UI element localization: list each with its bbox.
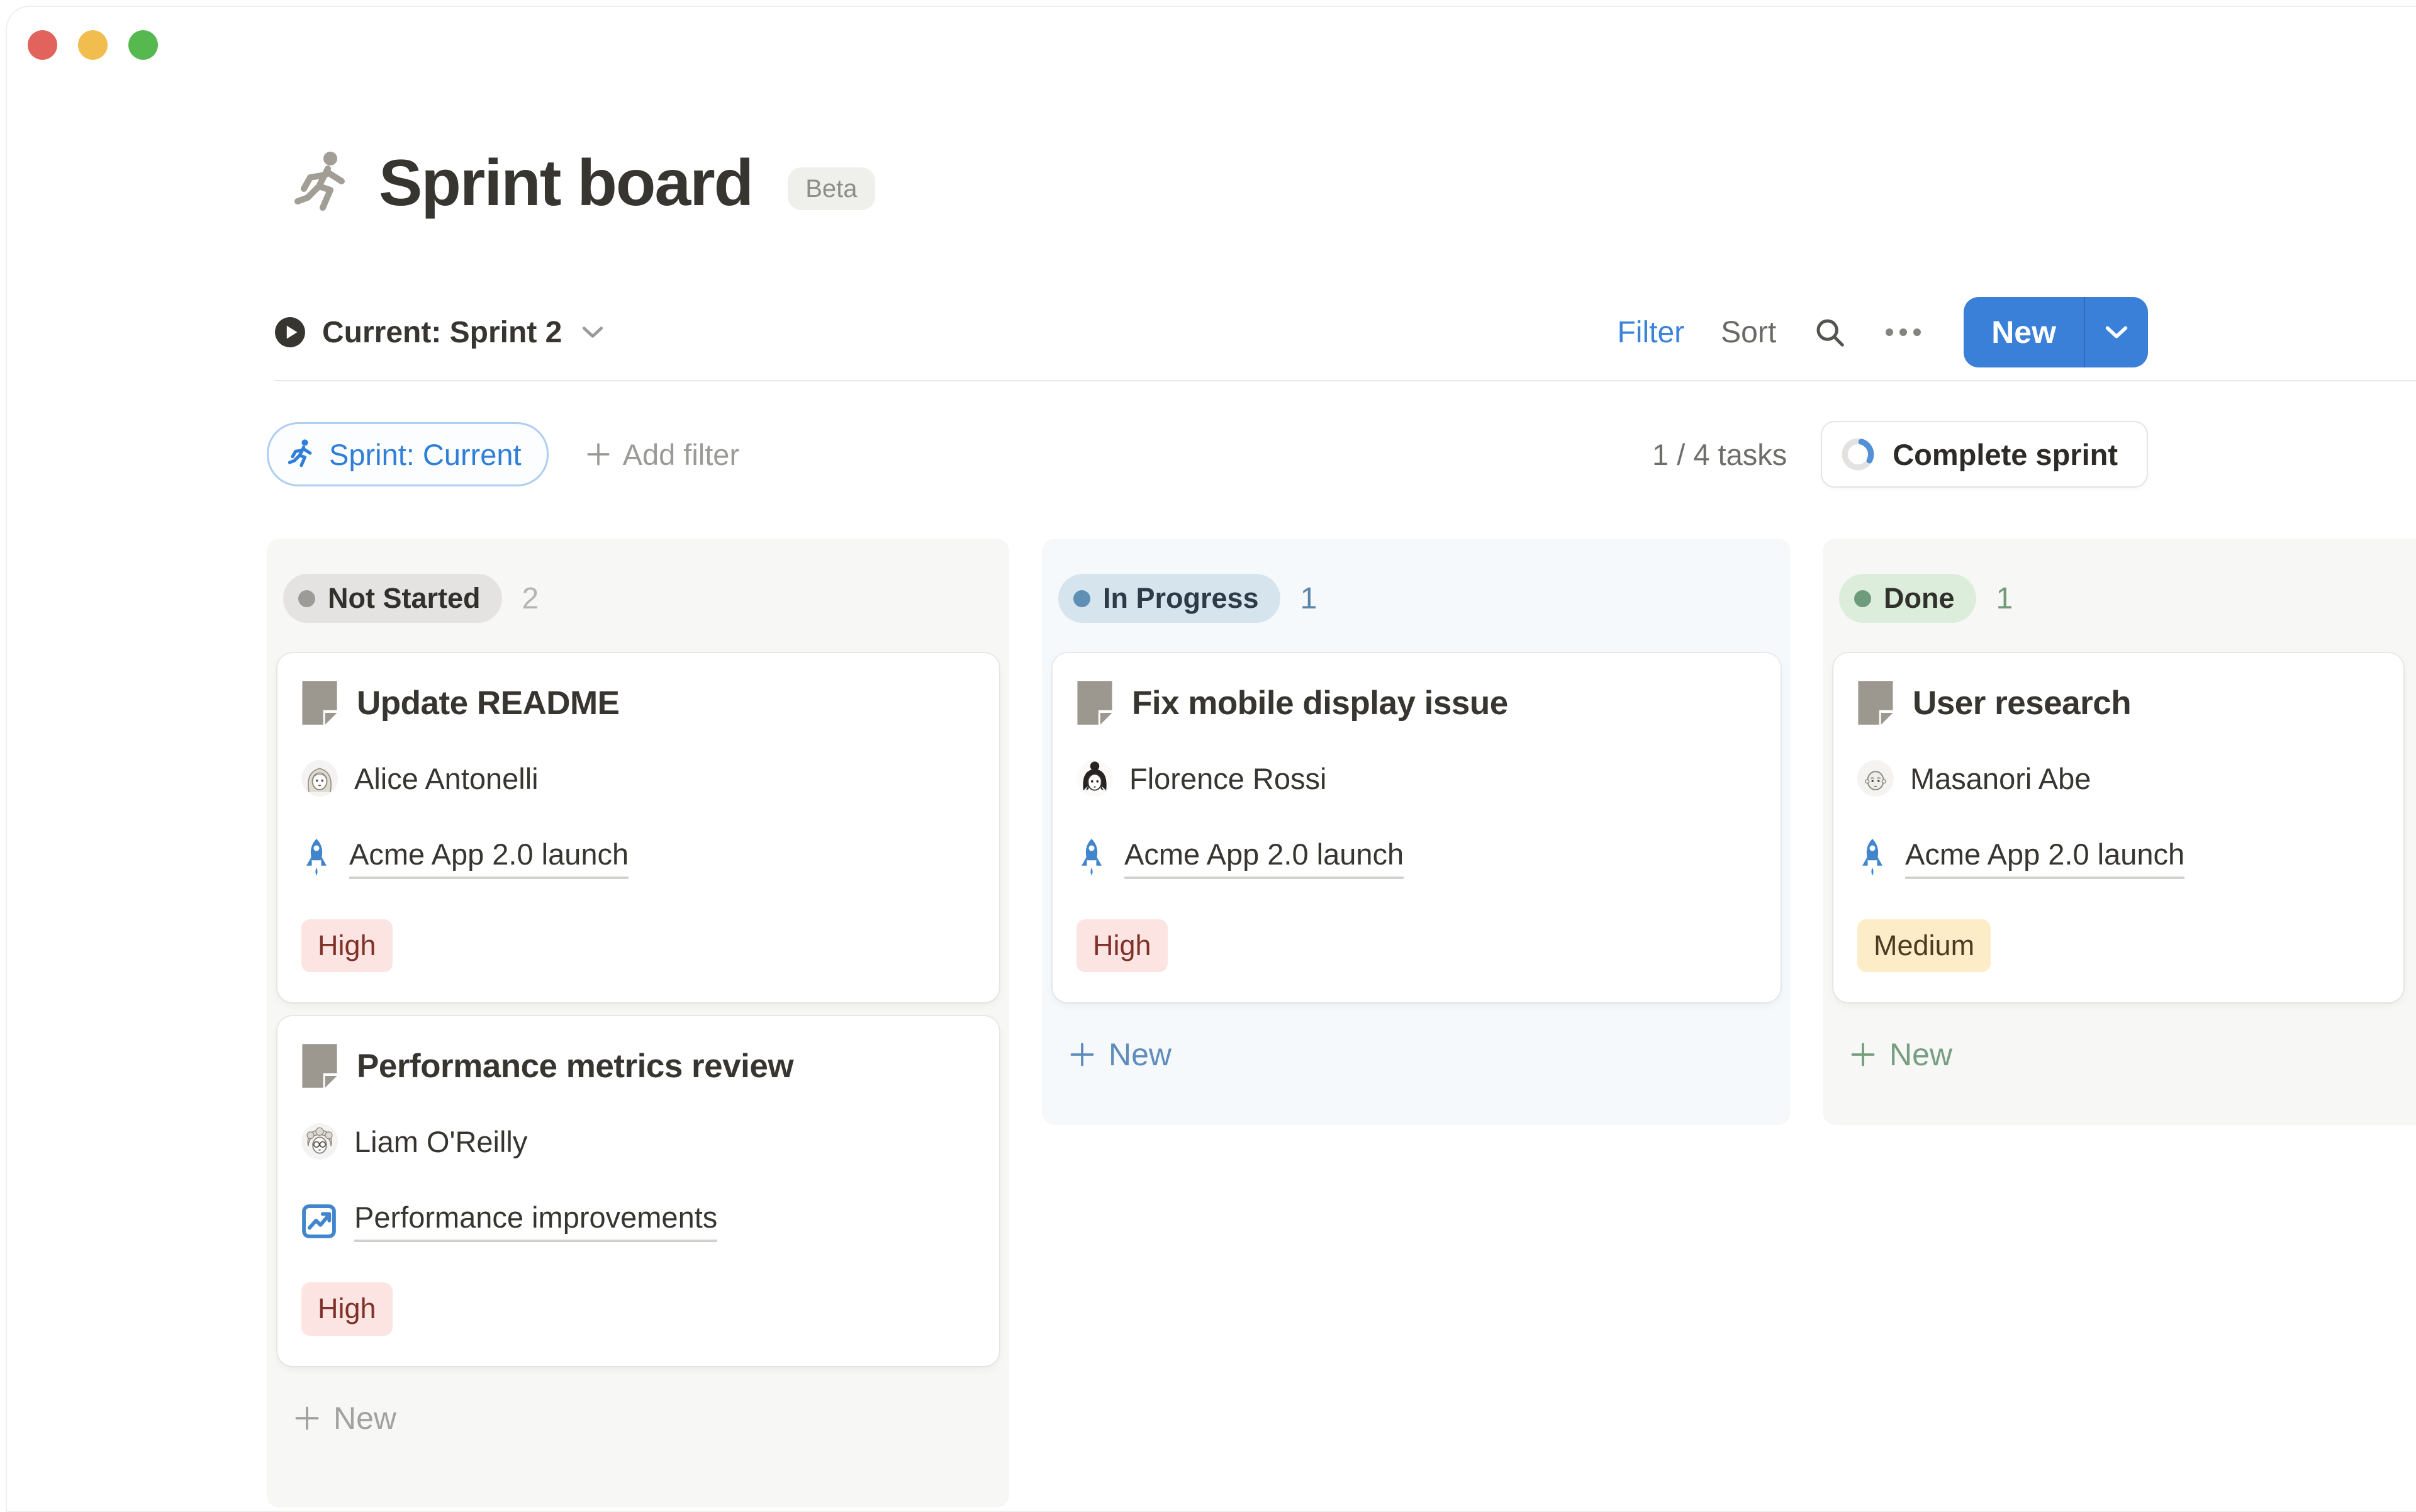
board-column-in-progress: In Progress 1 Fix mobile display issue <box>1042 539 1791 1125</box>
task-title: Performance metrics review <box>357 1047 793 1085</box>
add-card-button[interactable]: New <box>267 1380 1009 1436</box>
minimize-button[interactable] <box>78 30 108 60</box>
column-status-label: Not Started <box>328 582 481 615</box>
project-relation[interactable]: Acme App 2.0 launch <box>1077 837 1755 879</box>
column-status-pill[interactable]: Not Started <box>283 574 502 623</box>
assignee-name: Alice Antonelli <box>354 761 539 796</box>
task-title: User research <box>1913 684 2131 722</box>
sprint-filter-label: Sprint: Current <box>329 437 522 472</box>
priority-badge: High <box>301 919 393 972</box>
play-icon <box>274 316 306 348</box>
page-icon <box>301 1044 338 1088</box>
project-relation[interactable]: Acme App 2.0 launch <box>1857 837 2378 879</box>
rocket-icon <box>301 838 332 878</box>
board-column-done: Done 1 User research <box>1823 539 2416 1125</box>
chart-increasing-icon <box>301 1204 337 1239</box>
chevron-down-icon[interactable] <box>2085 323 2148 341</box>
project-link[interactable]: Acme App 2.0 launch <box>1905 837 2184 879</box>
plus-icon <box>585 441 612 468</box>
priority-badge: Medium <box>1857 919 1991 972</box>
column-status-pill[interactable]: In Progress <box>1058 574 1280 623</box>
add-card-label: New <box>333 1400 396 1436</box>
add-card-button[interactable]: New <box>1823 1016 2416 1073</box>
close-button[interactable] <box>28 30 57 60</box>
filter-bar: Sprint: Current Add filter 1 / 4 tasks C… <box>267 420 2148 488</box>
kanban-board: Not Started 2 Update README <box>0 539 2416 1509</box>
plus-icon <box>293 1404 321 1432</box>
complete-sprint-button[interactable]: Complete sprint <box>1821 421 2148 488</box>
task-card[interactable]: Fix mobile display issue <box>1053 653 1781 1002</box>
task-card[interactable]: Performance metrics review <box>277 1016 999 1365</box>
rocket-icon <box>1077 838 1107 878</box>
chevron-down-icon <box>581 324 605 340</box>
priority-badge: High <box>301 1282 393 1335</box>
ellipsis-icon[interactable] <box>1883 327 1923 337</box>
column-header: Not Started 2 <box>267 574 1009 623</box>
page-icon <box>1857 681 1894 725</box>
column-header: Done 1 <box>1823 574 2416 623</box>
tasks-summary: 1 / 4 tasks <box>1652 437 1787 472</box>
project-link[interactable]: Acme App 2.0 launch <box>349 837 629 879</box>
new-button[interactable]: New <box>1964 297 2148 367</box>
column-status-label: Done <box>1884 582 1955 615</box>
status-dot <box>1854 590 1871 607</box>
assignee-avatar <box>1857 760 1894 797</box>
task-title: Update README <box>357 684 620 722</box>
filter-button[interactable]: Filter <box>1617 315 1684 350</box>
assignee-avatar <box>301 760 338 797</box>
zoom-button[interactable] <box>128 30 158 60</box>
window-controls <box>28 30 158 60</box>
project-relation[interactable]: Acme App 2.0 launch <box>301 837 974 879</box>
page-icon <box>1077 681 1113 725</box>
runner-icon[interactable] <box>291 148 352 219</box>
progress-ring-icon <box>1840 436 1876 473</box>
plus-icon <box>1849 1041 1877 1068</box>
view-switcher[interactable]: Current: Sprint 2 <box>274 315 605 350</box>
status-dot <box>298 590 315 607</box>
sprint-filter-chip[interactable]: Sprint: Current <box>267 422 549 486</box>
priority-badge: High <box>1077 919 1168 972</box>
page-title: Sprint board <box>379 146 752 221</box>
new-button-label: New <box>1964 314 2084 350</box>
search-icon[interactable] <box>1813 315 1847 349</box>
project-link[interactable]: Performance improvements <box>354 1200 717 1242</box>
add-card-button[interactable]: New <box>1042 1016 1791 1073</box>
complete-sprint-label: Complete sprint <box>1893 437 2118 472</box>
task-title: Fix mobile display issue <box>1132 684 1508 722</box>
assignee-avatar <box>301 1123 338 1160</box>
view-toolbar: Current: Sprint 2 Filter Sort New <box>274 296 2148 369</box>
add-filter-label: Add filter <box>623 437 739 472</box>
page-icon <box>301 681 338 725</box>
column-status-label: In Progress <box>1103 582 1259 615</box>
column-count: 1 <box>1300 581 1317 616</box>
project-link[interactable]: Acme App 2.0 launch <box>1124 837 1404 879</box>
column-count: 2 <box>522 581 539 616</box>
column-header: In Progress 1 <box>1042 574 1791 623</box>
runner-icon <box>286 438 315 471</box>
beta-badge: Beta <box>788 167 875 210</box>
column-status-pill[interactable]: Done <box>1839 574 1976 623</box>
add-card-label: New <box>1109 1036 1172 1073</box>
project-relation[interactable]: Performance improvements <box>301 1200 974 1242</box>
assignee-name: Florence Rossi <box>1129 761 1326 796</box>
assignee-avatar <box>1077 760 1113 797</box>
column-count: 1 <box>1996 581 2013 616</box>
status-dot <box>1073 590 1090 607</box>
toolbar-divider <box>274 380 2416 381</box>
rocket-icon <box>1857 838 1888 878</box>
page-header: Sprint board Beta <box>291 146 875 221</box>
assignee-name: Masanori Abe <box>1910 761 2091 796</box>
view-label: Current: Sprint 2 <box>322 315 562 350</box>
board-column-not-started: Not Started 2 Update README <box>267 539 1009 1508</box>
add-filter-button[interactable]: Add filter <box>585 437 739 472</box>
assignee-name: Liam O'Reilly <box>354 1124 527 1159</box>
task-card[interactable]: User research Masanor <box>1833 653 2403 1002</box>
plus-icon <box>1068 1041 1096 1068</box>
sort-button[interactable]: Sort <box>1721 315 1776 350</box>
add-card-label: New <box>1889 1036 1952 1073</box>
task-card[interactable]: Update README Alice Antonelli <box>277 653 999 1002</box>
